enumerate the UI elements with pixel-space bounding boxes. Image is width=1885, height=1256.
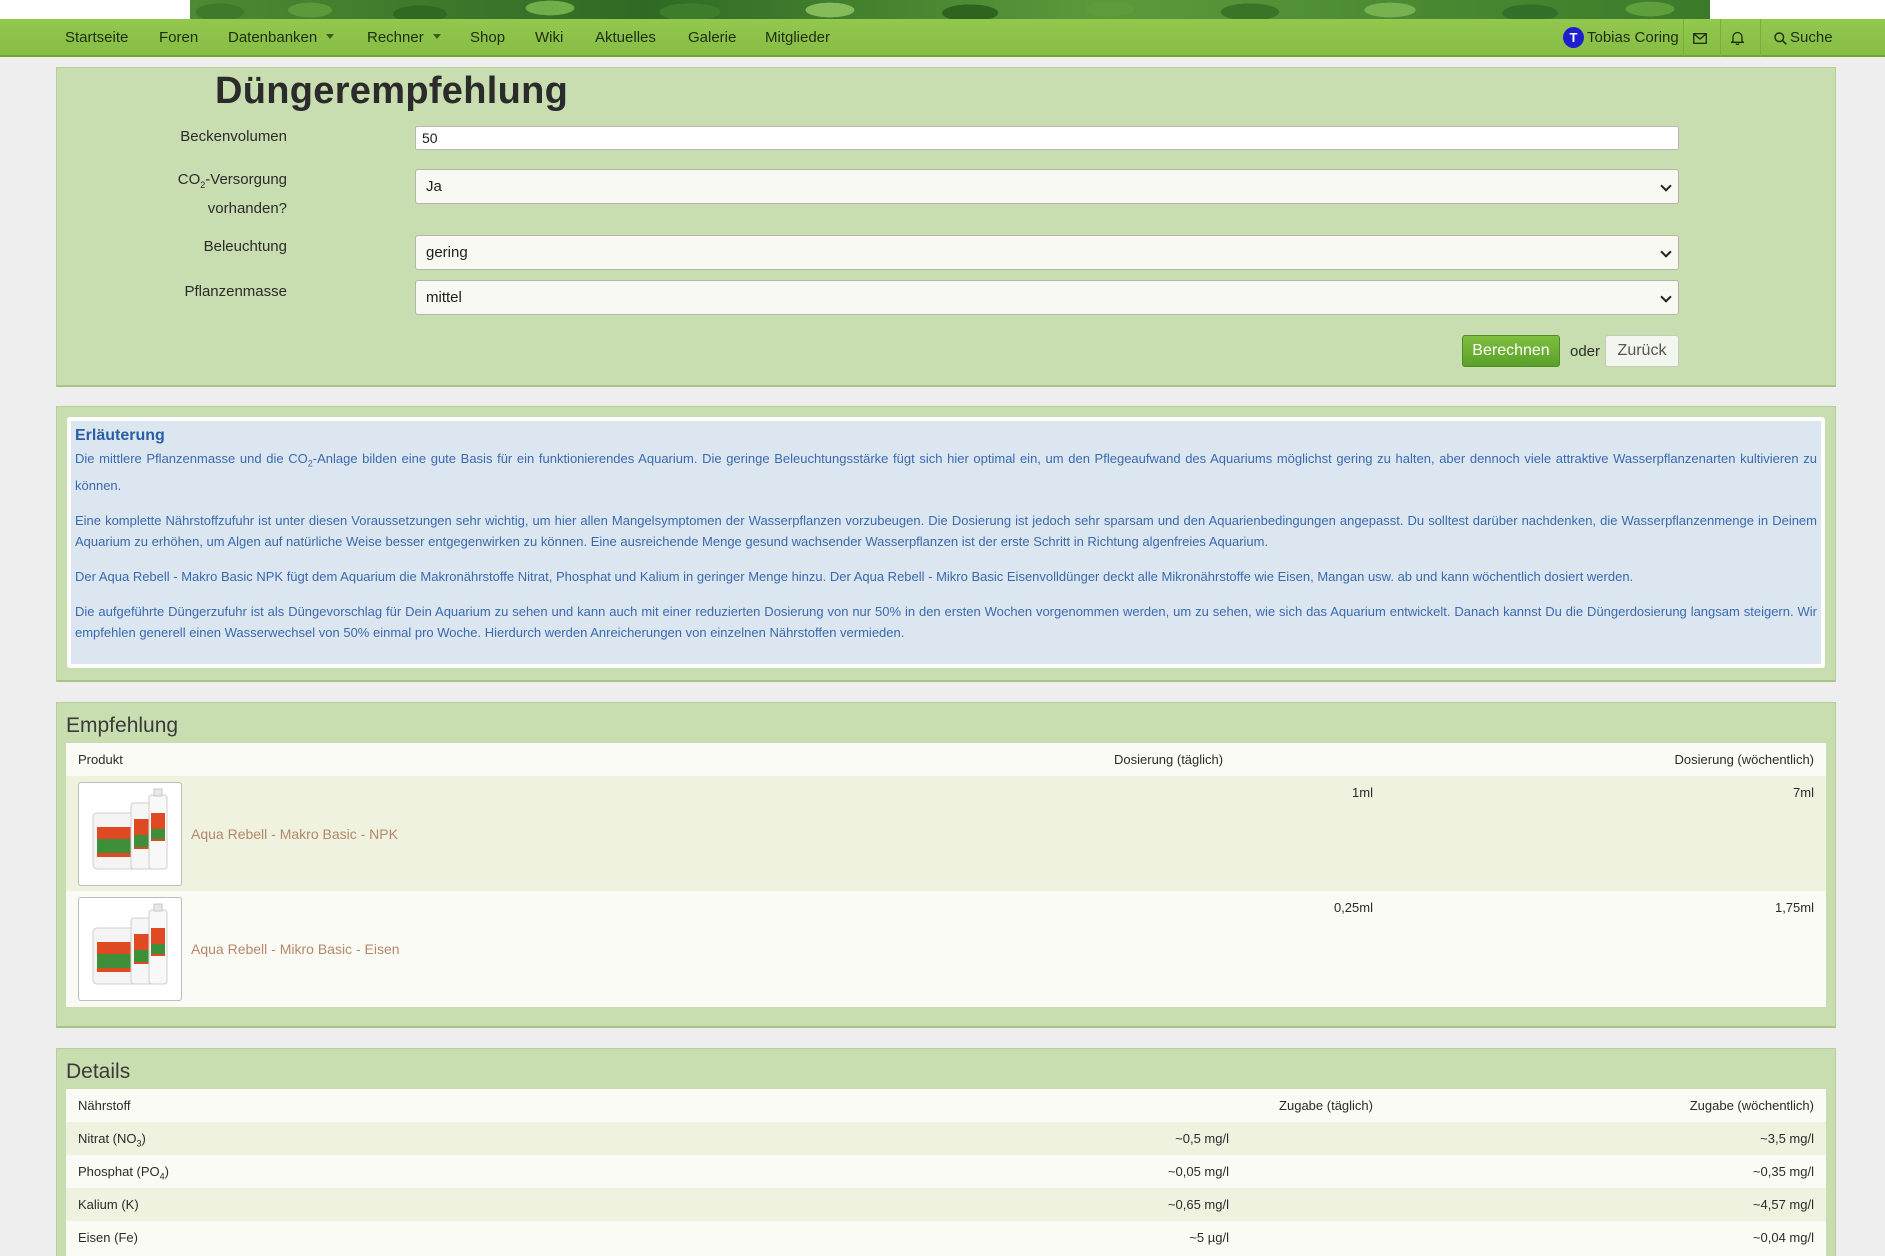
volume-input[interactable]: 50	[415, 126, 1679, 150]
fertilizer-bottles-image	[92, 903, 168, 985]
details-title: Details	[66, 1060, 131, 1083]
explanation-paragraph: Die mittlere Pflanzenmasse und die CO2-A…	[75, 451, 1817, 493]
chevron-down-icon[interactable]	[326, 33, 335, 39]
explanation-panel: Erläuterung Die mittlere Pflanzenmasse u…	[56, 406, 1836, 682]
table-header: Produkt Dosierung (täglich) Dosierung (w…	[66, 743, 1826, 776]
nutrient-name: Phosphat (PO4)	[78, 1164, 170, 1182]
avatar: T	[1563, 26, 1584, 48]
product-link[interactable]: Aqua Rebell - Makro Basic - NPK	[191, 826, 398, 842]
chevron-down-icon	[1660, 180, 1672, 192]
user-name: Tobias Coring	[1587, 29, 1679, 46]
plant-mass-select-value: mittel	[426, 289, 462, 306]
table-row: Phosphat (PO4) ~0,05 mg/l ~0,35 mg/l	[66, 1155, 1826, 1188]
calculate-button[interactable]: Berechnen	[1462, 335, 1560, 367]
alerts-button[interactable]	[1731, 19, 1744, 57]
fertilizer-form-panel: Düngerempfehlung Beckenvolumen 50 CO2-Ve…	[56, 67, 1836, 387]
table-row: Aqua Rebell - Makro Basic - NPK 1ml 7ml	[66, 776, 1826, 891]
details-panel: Details Nährstoff Zugabe (täglich) Zugab…	[56, 1048, 1836, 1256]
nutrient-name: Nitrat (NO3)	[78, 1131, 146, 1149]
explanation-paragraph: Eine komplette Nährstoffzufuhr ist unter…	[75, 512, 1817, 549]
column-header-daily: Dosierung (täglich)	[1114, 752, 1224, 767]
column-header-weekly: Dosierung (wöchentlich)	[1674, 752, 1814, 767]
weekly-addition: ~0,04 mg/l	[1752, 1230, 1814, 1245]
daily-dose: 1ml	[1352, 785, 1373, 800]
plant-mass-select[interactable]: mittel	[415, 280, 1679, 315]
nav-startseite[interactable]: Startseite	[65, 19, 128, 57]
nav-galerie[interactable]: Galerie	[688, 19, 736, 57]
product-image[interactable]	[78, 897, 182, 1001]
table-row: Aqua Rebell - Mikro Basic - Eisen 0,25ml…	[66, 891, 1826, 1007]
daily-addition: ~5 µg/l	[1189, 1230, 1229, 1245]
recommendation-title: Empfehlung	[66, 714, 179, 737]
chevron-down-icon	[1660, 246, 1672, 258]
table-row: Nitrat (NO3) ~0,5 mg/l ~3,5 mg/l	[66, 1122, 1826, 1155]
weekly-dose: 1,75ml	[1774, 900, 1814, 915]
table-row: Eisen (Fe) ~5 µg/l ~0,04 mg/l	[66, 1221, 1826, 1254]
fertilizer-bottles-image	[92, 788, 168, 870]
nav-datenbanken-label: Datenbanken	[228, 29, 318, 46]
nav-rechner[interactable]: Rechner	[367, 19, 441, 57]
column-header-nutrient: Nährstoff	[78, 1098, 131, 1113]
recommendation-panel: Empfehlung Produkt Dosierung (täglich) D…	[56, 702, 1836, 1028]
nav-rechner-label: Rechner	[367, 29, 424, 46]
page-title: Düngerempfehlung	[215, 70, 569, 112]
search-button[interactable]: Suche	[1774, 19, 1833, 57]
nav-mitglieder[interactable]: Mitglieder	[765, 19, 830, 57]
explanation-paragraph: Die aufgeführte Düngerzufuhr ist als Dün…	[75, 603, 1817, 640]
nav-foren[interactable]: Foren	[159, 19, 198, 57]
column-header-weekly-addition: Zugabe (wöchentlich)	[1689, 1098, 1814, 1113]
daily-addition: ~0,65 mg/l	[1167, 1197, 1229, 1212]
explanation-paragraph: Der Aqua Rebell - Makro Basic NPK fügt d…	[75, 568, 1634, 584]
search-icon	[1774, 31, 1787, 45]
table-row: Kalium (K) ~0,65 mg/l ~4,57 mg/l	[66, 1188, 1826, 1221]
daily-addition: ~0,5 mg/l	[1175, 1131, 1229, 1146]
nav-shop[interactable]: Shop	[470, 19, 505, 57]
weekly-addition: ~0,35 mg/l	[1752, 1164, 1814, 1179]
weekly-dose: 7ml	[1793, 785, 1814, 800]
nutrient-name: Kalium (K)	[78, 1197, 139, 1212]
nav-datenbanken[interactable]: Datenbanken	[228, 19, 335, 57]
bell-icon	[1731, 31, 1744, 46]
daily-addition: ~0,05 mg/l	[1167, 1164, 1229, 1179]
volume-label: Beckenvolumen	[180, 128, 287, 145]
explanation-box: Erläuterung Die mittlere Pflanzenmasse u…	[67, 417, 1825, 668]
light-select[interactable]: gering	[415, 235, 1679, 270]
column-header-product: Produkt	[78, 752, 123, 767]
nav-divider	[1760, 19, 1761, 57]
product-image[interactable]	[78, 782, 182, 886]
light-select-value: gering	[426, 244, 468, 261]
column-header-daily-addition: Zugabe (täglich)	[1279, 1098, 1373, 1113]
light-label: Beleuchtung	[203, 238, 287, 255]
banner-plants-image	[190, 0, 1710, 19]
nutrient-name: Eisen (Fe)	[78, 1230, 138, 1245]
nav-aktuelles[interactable]: Aktuelles	[595, 19, 656, 57]
co2-select[interactable]: Ja	[415, 169, 1679, 204]
inbox-button[interactable]	[1693, 19, 1707, 57]
recommendation-table: Produkt Dosierung (täglich) Dosierung (w…	[66, 743, 1826, 1007]
chevron-down-icon	[1660, 291, 1672, 303]
nav-divider	[1683, 19, 1684, 57]
table-header: Nährstoff Zugabe (täglich) Zugabe (wöche…	[66, 1089, 1826, 1122]
chevron-down-icon[interactable]	[432, 33, 441, 39]
or-text: oder	[1570, 343, 1601, 360]
explanation-title: Erläuterung	[75, 427, 165, 444]
weekly-addition: ~4,57 mg/l	[1752, 1197, 1814, 1212]
co2-label: CO2-Versorgung vorhanden?	[177, 171, 287, 217]
user-menu[interactable]: T Tobias Coring	[1563, 19, 1679, 57]
nav-divider	[1720, 19, 1721, 57]
co2-select-value: Ja	[426, 178, 442, 195]
search-label: Suche	[1790, 29, 1833, 46]
header-banner	[0, 0, 1885, 19]
details-table: Nährstoff Zugabe (täglich) Zugabe (wöche…	[66, 1089, 1826, 1256]
weekly-addition: ~3,5 mg/l	[1760, 1131, 1814, 1146]
product-link[interactable]: Aqua Rebell - Mikro Basic - Eisen	[191, 941, 400, 957]
plant-mass-label: Pflanzenmasse	[184, 283, 287, 300]
daily-dose: 0,25ml	[1333, 900, 1373, 915]
back-button[interactable]: Zurück	[1605, 335, 1679, 367]
envelope-icon	[1693, 32, 1707, 44]
main-nav: Startseite Foren Datenbanken Rechner Sho…	[0, 19, 1885, 57]
nav-wiki[interactable]: Wiki	[535, 19, 563, 57]
